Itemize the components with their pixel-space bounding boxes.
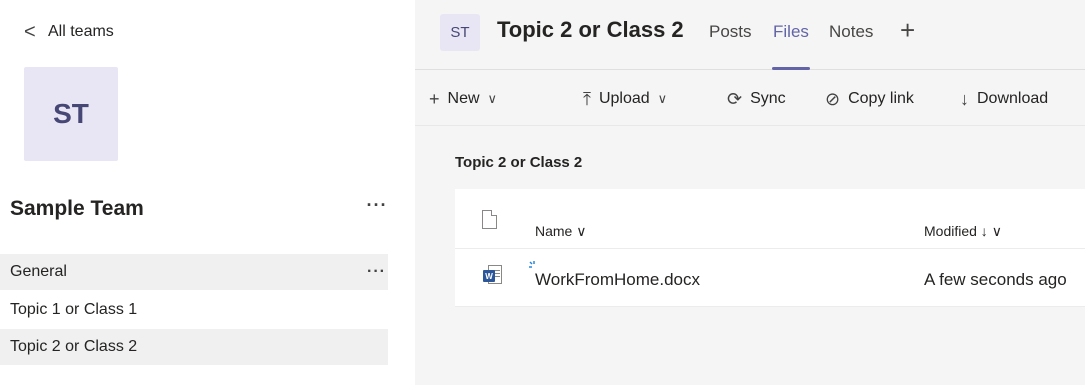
- new-label: New: [447, 90, 480, 107]
- team-sidebar: < All teams ST Sample Team ··· General ·…: [0, 0, 400, 385]
- copy-link-button[interactable]: ⊘ Copy link: [825, 88, 914, 110]
- chevron-left-icon: <: [24, 21, 36, 43]
- upload-button[interactable]: ⤒ Upload ∨: [583, 88, 667, 110]
- file-type-column-icon: [482, 210, 497, 229]
- download-button[interactable]: ↓ Download: [960, 88, 1048, 110]
- team-name: Sample Team: [10, 197, 144, 220]
- channel-more-options-button[interactable]: ···: [367, 263, 386, 281]
- channel-label: General: [10, 263, 67, 280]
- copy-link-label: Copy link: [848, 90, 914, 107]
- tab-posts[interactable]: Posts: [709, 22, 752, 42]
- plus-icon: +: [429, 88, 440, 109]
- files-content: Topic 2 or Class 2 Name ∨ Modified ↓ ∨ W: [415, 126, 1085, 385]
- tab-notes[interactable]: Notes: [829, 22, 873, 42]
- file-name[interactable]: WorkFromHome.docx: [535, 270, 700, 290]
- file-list: Name ∨ Modified ↓ ∨ W WorkFromHome.docx …: [455, 189, 1085, 307]
- chevron-down-icon: ∨: [487, 91, 498, 106]
- tab-files[interactable]: Files: [773, 22, 809, 42]
- channel-item-topic-1[interactable]: Topic 1 or Class 1: [10, 292, 388, 328]
- channel-header: ST Topic 2 or Class 2 Posts Files Notes …: [415, 0, 1085, 70]
- sync-label: Sync: [750, 90, 786, 107]
- sync-button[interactable]: ⟳ Sync: [727, 88, 786, 110]
- file-modified: A few seconds ago: [924, 270, 1067, 289]
- channel-title: Topic 2 or Class 2: [497, 17, 684, 42]
- link-icon: ⊘: [825, 88, 841, 109]
- table-row[interactable]: W WorkFromHome.docx A few seconds ago: [455, 249, 1085, 307]
- team-avatar: ST: [24, 67, 118, 161]
- word-document-icon: W: [483, 265, 503, 285]
- channel-avatar: ST: [440, 14, 480, 51]
- new-button[interactable]: + New ∨: [429, 88, 497, 110]
- channel-label: Topic 2 or Class 2: [10, 338, 138, 355]
- column-header-name[interactable]: Name ∨: [535, 223, 586, 240]
- files-toolbar: + New ∨ ⤒ Upload ∨ ⟳ Sync ⊘ Copy link ↓ …: [415, 71, 1085, 126]
- team-more-options-button[interactable]: ···: [360, 195, 394, 219]
- download-icon: ↓: [960, 88, 969, 109]
- chevron-down-icon: ∨: [657, 91, 668, 106]
- active-tab-indicator: [772, 67, 810, 70]
- word-badge: W: [483, 270, 495, 282]
- channel-label: Topic 1 or Class 1: [10, 301, 138, 318]
- upload-label: Upload: [598, 90, 650, 107]
- download-label: Download: [977, 90, 1049, 107]
- all-teams-label: All teams: [48, 23, 114, 40]
- breadcrumb: Topic 2 or Class 2: [455, 154, 583, 171]
- channel-pane: ST Topic 2 or Class 2 Posts Files Notes …: [415, 0, 1085, 385]
- all-teams-back-link[interactable]: < All teams: [24, 20, 114, 44]
- channel-item-topic-2[interactable]: Topic 2 or Class 2: [0, 329, 388, 365]
- file-list-header: Name ∨ Modified ↓ ∨: [455, 189, 1085, 249]
- channel-item-general[interactable]: General ···: [0, 254, 388, 290]
- upload-icon: ⤒: [583, 88, 591, 109]
- add-tab-button[interactable]: +: [900, 16, 915, 44]
- sync-icon: ⟳: [727, 88, 743, 109]
- column-header-modified[interactable]: Modified ↓ ∨: [924, 223, 1002, 240]
